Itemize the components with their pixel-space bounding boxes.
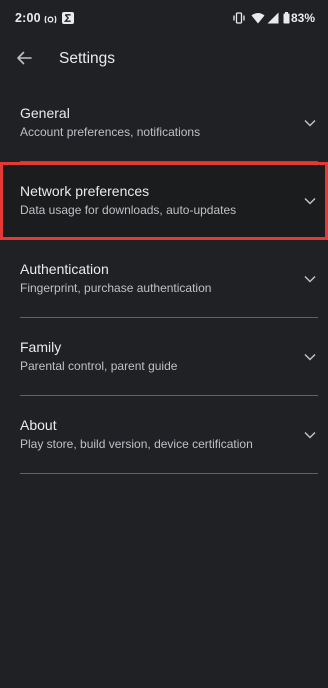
back-arrow-icon — [16, 50, 32, 71]
status-time: 2:00 — [15, 11, 41, 25]
wifi-icon — [251, 11, 265, 29]
settings-list: General Account preferences, notificatio… — [0, 84, 328, 474]
chevron-down-icon[interactable] — [303, 428, 317, 442]
page-title: Settings — [59, 50, 116, 67]
item-subtitle: Parental control, parent guide — [20, 359, 178, 373]
item-title: Authentication — [20, 261, 109, 277]
battery-percentage: 83% — [290, 11, 315, 25]
app-bar: Settings — [0, 36, 328, 84]
settings-item-about[interactable]: About Play store, build version, device … — [0, 396, 328, 474]
battery-icon — [283, 11, 290, 29]
item-subtitle: Account preferences, notifications — [20, 125, 201, 139]
vibrate-icon — [232, 11, 246, 29]
item-subtitle: Fingerprint, purchase authentication — [20, 281, 212, 295]
status-bar: 2:00 83% — [0, 0, 328, 36]
item-title: About — [20, 417, 57, 433]
chevron-down-icon[interactable] — [303, 350, 317, 364]
item-subtitle: Data usage for downloads, auto-updates — [20, 203, 237, 217]
item-title: General — [20, 105, 70, 121]
vpn-icon — [44, 12, 57, 30]
settings-item-authentication[interactable]: Authentication Fingerprint, purchase aut… — [0, 240, 328, 318]
settings-item-network-preferences[interactable]: Network preferences Data usage for downl… — [0, 162, 328, 240]
item-subtitle: Play store, build version, device certif… — [20, 437, 253, 451]
back-button[interactable] — [8, 44, 40, 76]
item-title: Family — [20, 339, 62, 355]
chevron-down-icon[interactable] — [303, 116, 317, 130]
sigma-icon — [62, 11, 74, 29]
chevron-down-icon[interactable] — [303, 272, 317, 286]
chevron-down-icon[interactable] — [303, 194, 317, 208]
item-title: Network preferences — [20, 183, 150, 199]
divider — [20, 473, 318, 474]
settings-item-family[interactable]: Family Parental control, parent guide — [0, 318, 328, 396]
cellular-signal-icon — [266, 11, 279, 29]
settings-item-general[interactable]: General Account preferences, notificatio… — [0, 84, 328, 162]
